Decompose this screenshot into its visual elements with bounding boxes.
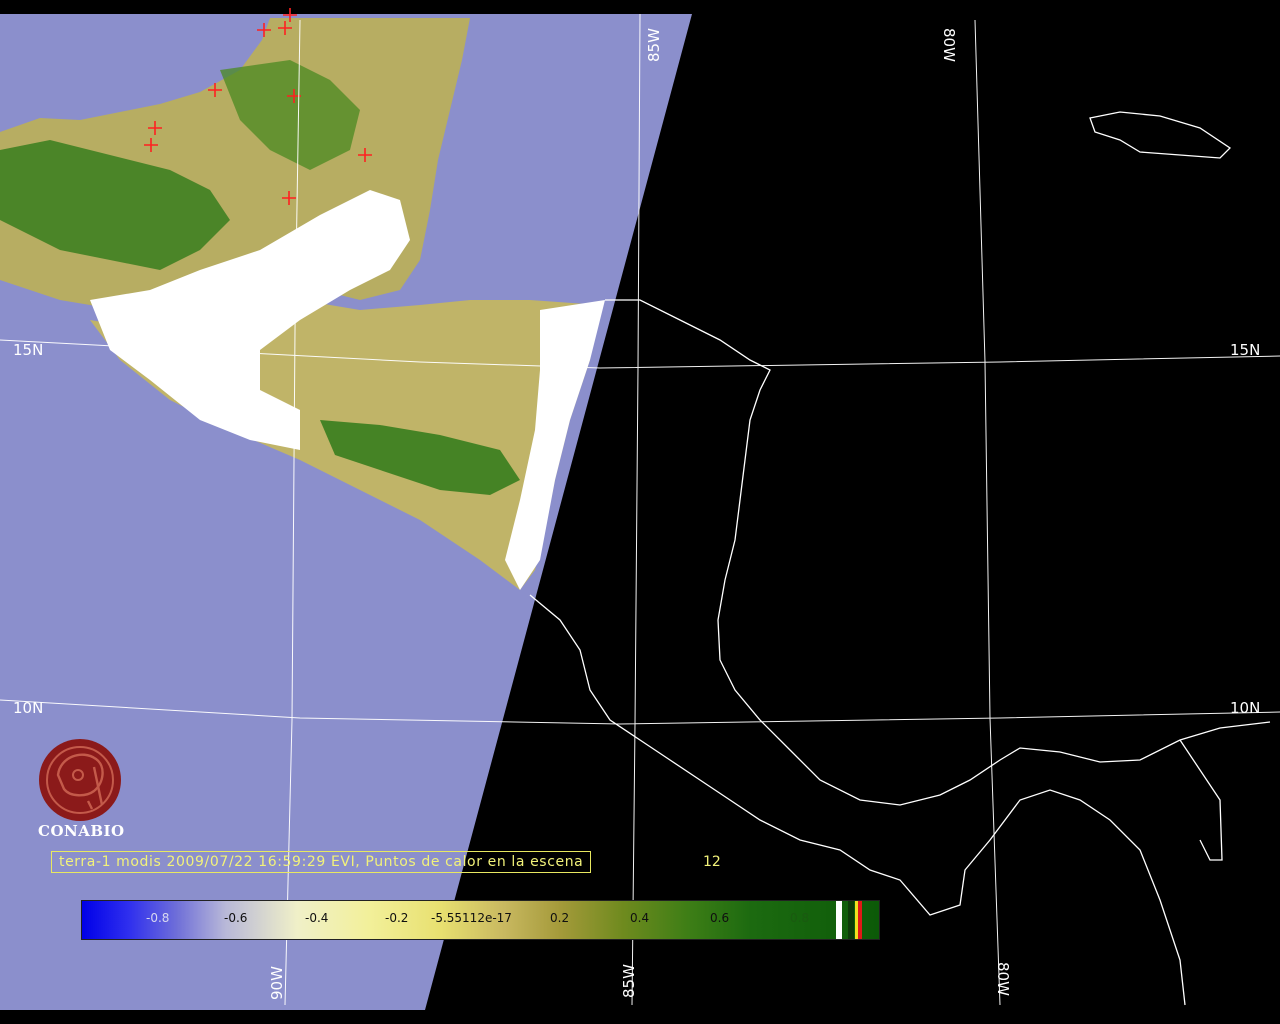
image-caption: terra-1 modis 2009/07/22 16:59:29 EVI, P… <box>51 851 592 873</box>
colorbar-label: 0.8 <box>790 911 810 925</box>
coastline-panama <box>1179 739 1223 861</box>
colorbar-label: 0.2 <box>550 911 570 925</box>
colorbar-label: -5.55112e-17 <box>431 911 512 925</box>
colorbar-label: 0.6 <box>710 911 730 925</box>
colorbar-label: -0.6 <box>224 911 248 925</box>
coastline-central-america <box>605 299 1271 806</box>
colorbar-label: -0.8 <box>146 911 170 925</box>
hotspot-count: 12 <box>703 854 721 870</box>
colorbar-swatch-red <box>858 901 862 939</box>
colorbar-swatch-dark <box>848 901 854 939</box>
grid-line-80w <box>974 19 1001 1006</box>
coastlines <box>529 111 1271 1006</box>
colorbar-label: -0.2 <box>385 911 409 925</box>
lat-label-10n-right: 10N <box>1230 699 1261 717</box>
conabio-logo-text: CONABIO <box>38 822 125 840</box>
map-viewer: 15N 15N 10N 10N 85W 80W 90W 85W 80W CONA… <box>0 0 1280 1024</box>
lon-label-80w-top: 80W <box>940 28 958 62</box>
lon-label-80w-bottom: 80W <box>994 962 1012 996</box>
coastline-jamaica <box>1089 111 1232 159</box>
colorbar-swatch-white <box>836 901 842 939</box>
lat-label-15n-right: 15N <box>1230 341 1261 359</box>
coastline-pacific <box>529 594 1186 1006</box>
lon-label-85w-bottom: 85W <box>620 964 638 998</box>
lat-label-15n-left: 15N <box>13 341 44 359</box>
lon-label-85w-top: 85W <box>645 28 663 62</box>
lat-label-10n-left: 10N <box>13 699 44 717</box>
colorbar-label: -0.4 <box>305 911 329 925</box>
lon-label-90w-bottom: 90W <box>268 966 286 1000</box>
colorbar-label: 0.4 <box>630 911 650 925</box>
